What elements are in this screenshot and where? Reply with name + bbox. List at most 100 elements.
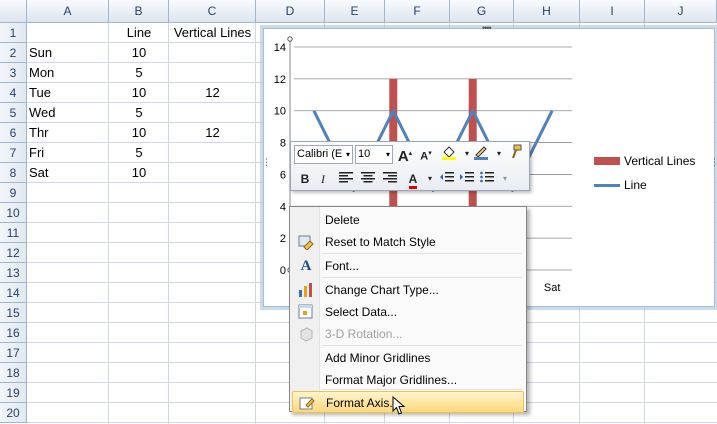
font-size-value: 10 <box>358 148 371 160</box>
cell-a6[interactable]: Thr <box>27 123 109 143</box>
cell-b1[interactable]: Line <box>109 23 169 43</box>
row-header-18[interactable]: 18 <box>0 363 27 383</box>
cell-b2[interactable]: 10 <box>109 43 169 63</box>
format-axis-icon <box>299 395 315 411</box>
menu-item-font[interactable]: A Font... <box>292 255 524 277</box>
increase-indent-button[interactable] <box>457 169 477 189</box>
menu-item-reset-to-match-style[interactable]: Reset to Match Style <box>292 231 524 253</box>
row-header-14[interactable]: 14 <box>0 283 27 303</box>
align-center-icon <box>361 172 375 183</box>
row-header-20[interactable]: 20 <box>0 403 27 423</box>
menu-item-delete[interactable]: Delete <box>292 209 524 231</box>
menu-item-label: Select Data... <box>325 305 398 319</box>
grow-font-button[interactable]: A▴ <box>395 144 415 165</box>
menu-item-change-chart-type[interactable]: Change Chart Type... <box>292 279 524 301</box>
cell-b4[interactable]: 10 <box>109 83 169 103</box>
font-name-select[interactable]: Calibri (E ▾ <box>294 145 353 164</box>
column-header-b[interactable]: B <box>109 0 169 23</box>
cell-a3[interactable]: Mon <box>27 63 109 83</box>
bullets-button[interactable] <box>477 169 497 189</box>
bold-button[interactable]: B <box>295 169 315 189</box>
cell-a7[interactable]: Fri <box>27 143 109 163</box>
row-header-7[interactable]: 7 <box>0 143 27 163</box>
increase-indent-icon <box>460 172 474 182</box>
fill-bucket-icon <box>442 146 456 160</box>
line-color-button[interactable] <box>471 144 491 164</box>
context-menu[interactable]: Delete Reset to Match Style A Font... Change… <box>289 206 527 413</box>
font-size-select[interactable]: 10 ▾ <box>355 145 393 164</box>
align-left-button[interactable] <box>336 169 356 189</box>
cell-b8[interactable]: 10 <box>109 163 169 183</box>
shrink-font-button[interactable]: A▾ <box>416 144 436 164</box>
column-header-d[interactable]: D <box>256 0 325 23</box>
column-header-j[interactable]: J <box>645 0 717 23</box>
cell-c1[interactable]: Vertical Lines <box>169 23 256 43</box>
format-painter-button[interactable] <box>505 144 525 164</box>
menu-item-add-minor-gridlines[interactable]: Add Minor Gridlines <box>292 347 524 369</box>
axis-selection-handle[interactable] <box>287 36 293 42</box>
menu-item-select-data[interactable]: Select Data... <box>292 301 524 323</box>
row-header-5[interactable]: 5 <box>0 103 27 123</box>
menu-item-label: Add Minor Gridlines <box>325 351 431 365</box>
row-header-17[interactable]: 17 <box>0 343 27 363</box>
select-all-corner[interactable] <box>0 0 27 23</box>
cell-b7[interactable]: 5 <box>109 143 169 163</box>
chart-type-icon <box>298 282 314 298</box>
cell-c6[interactable]: 12 <box>169 123 256 143</box>
cell-a8[interactable]: Sat <box>27 163 109 183</box>
cell-a4[interactable]: Tue <box>27 83 109 103</box>
column-header-e[interactable]: E <box>325 0 385 23</box>
row-header-2[interactable]: 2 <box>0 43 27 63</box>
row-header-4[interactable]: 4 <box>0 83 27 103</box>
cell-b3[interactable]: 5 <box>109 63 169 83</box>
align-center-button[interactable] <box>358 169 378 189</box>
align-right-button[interactable] <box>380 169 400 189</box>
menu-separator <box>322 389 522 390</box>
cell-a2[interactable]: Sun <box>27 43 109 63</box>
cell-a5[interactable]: Wed <box>27 103 109 123</box>
column-header-a[interactable]: A <box>27 0 109 23</box>
row-header-3[interactable]: 3 <box>0 63 27 83</box>
column-header-g[interactable]: G <box>450 0 514 23</box>
chart-legend[interactable]: Vertical Lines Line <box>594 149 695 197</box>
row-header-16[interactable]: 16 <box>0 323 27 343</box>
row-header-11[interactable]: 11 <box>0 223 27 243</box>
row-header-6[interactable]: 6 <box>0 123 27 143</box>
italic-icon: I <box>321 172 325 186</box>
column-header-c[interactable]: C <box>169 0 256 23</box>
row-header-15[interactable]: 15 <box>0 303 27 323</box>
column-header-h[interactable]: H <box>514 0 580 23</box>
menu-separator <box>322 345 522 346</box>
font-icon: A <box>300 258 312 274</box>
italic-button[interactable]: I <box>313 169 333 189</box>
column-header-f[interactable]: F <box>385 0 450 23</box>
cell-c4[interactable]: 12 <box>169 83 256 103</box>
chevron-down-icon: ▾ <box>427 174 432 183</box>
bullets-icon <box>480 171 494 183</box>
decrease-indent-button[interactable] <box>437 169 457 189</box>
menu-item-format-axis[interactable]: Format Axis... <box>292 391 524 413</box>
row-header-19[interactable]: 19 <box>0 383 27 403</box>
bullets-dropdown[interactable]: ▾ <box>495 169 515 189</box>
row-header-13[interactable]: 13 <box>0 263 27 283</box>
mini-toolbar[interactable]: Calibri (E ▾ 10 ▾ A▴ A▾ ▾ ▾ B I A ▾ ▾ <box>290 141 530 191</box>
row-gridline <box>27 422 717 423</box>
row-header-9[interactable]: 9 <box>0 183 27 203</box>
menu-item-format-major-gridlines[interactable]: Format Major Gridlines... <box>292 369 524 391</box>
fill-color-button[interactable] <box>439 144 459 164</box>
align-left-icon <box>339 172 353 183</box>
y-tick-label: 14 <box>274 42 286 54</box>
row-header-10[interactable]: 10 <box>0 203 27 223</box>
column-header-i[interactable]: I <box>580 0 645 23</box>
row-header-12[interactable]: 12 <box>0 243 27 263</box>
row-header-8[interactable]: 8 <box>0 163 27 183</box>
menu-separator <box>322 277 522 278</box>
x-tick-label: Sat <box>544 282 561 294</box>
row-header-1[interactable]: 1 <box>0 23 27 43</box>
cell-b6[interactable]: 10 <box>109 123 169 143</box>
chevron-down-icon: ▾ <box>496 149 501 158</box>
chevron-down-icon: ▾ <box>464 149 469 158</box>
pen-icon <box>474 146 488 160</box>
grow-font-icon: A <box>397 148 409 165</box>
cell-b5[interactable]: 5 <box>109 103 169 123</box>
